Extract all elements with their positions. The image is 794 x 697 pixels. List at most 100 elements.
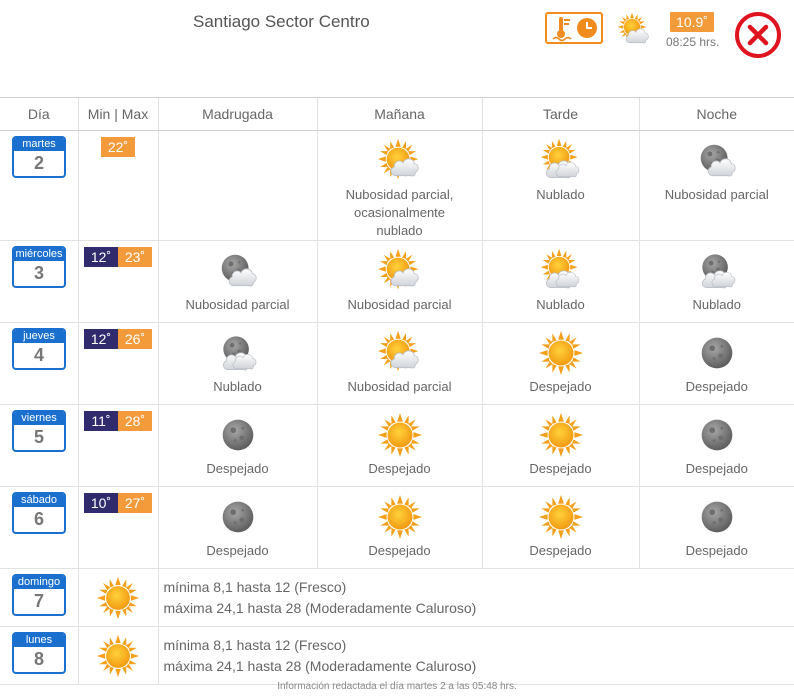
sun-icon: [377, 412, 422, 458]
day-cell: jueves 4: [0, 322, 78, 405]
moon-icon: [222, 419, 253, 451]
extended-text-cell: mínima 8,1 hasta 12 (Fresco) máxima 24,1…: [157, 626, 794, 685]
sun-icon: [538, 412, 583, 458]
period-cell-tarde: Despejado: [481, 404, 639, 487]
sun-icon: [377, 494, 422, 540]
extended-max-line: máxima 24,1 hasta 28 (Moderadamente Calu…: [163, 658, 477, 674]
weather-label: Nubosidad parcial: [185, 297, 290, 312]
day-badge: martes 2: [12, 136, 66, 178]
day-number: 3: [33, 263, 44, 283]
thermometer-clock-icon[interactable]: [545, 12, 603, 44]
partly-cloudy-icon: [617, 12, 649, 44]
weather-label: Despejado: [529, 461, 592, 476]
forecast-row: martes 2 22˚ Nubosidad parcial, ocasional…: [0, 130, 794, 241]
period-cell-manana: Despejado: [316, 404, 482, 487]
weather-label: Despejado: [368, 461, 431, 476]
day-name: viernes: [14, 412, 64, 425]
day-name: martes: [14, 138, 64, 151]
period-cell-tarde: Nublado: [481, 130, 639, 241]
temp-max: 27˚: [118, 493, 152, 513]
temp-min: 11˚: [84, 411, 118, 431]
period-cell-noche: Despejado: [638, 404, 794, 487]
temp-min: 12˚: [84, 329, 118, 349]
city-title: Santiago Sector Centro: [193, 12, 370, 31]
temp-min: 12˚: [84, 247, 118, 267]
day-name: miércoles: [14, 248, 64, 261]
forecast-table: Día Min | Max Madrugada Mañana Tarde Noc…: [0, 97, 794, 685]
sun-icon: [96, 576, 140, 620]
moon-icon: [701, 501, 733, 533]
weather-label: Despejado: [685, 379, 748, 394]
cloudy-night-icon: [222, 336, 256, 371]
sun-icon: [538, 330, 583, 376]
temp-max: 22˚: [101, 137, 135, 157]
day-cell: martes 2: [0, 130, 78, 241]
day-badge: sábado 6: [12, 492, 66, 534]
partly-cloudy-night-icon: [700, 144, 736, 177]
period-cell-manana: Despejado: [316, 486, 482, 569]
weather-label: Nubosidad parcial, ocasionalmente nublad…: [345, 187, 454, 238]
day-cell: lunes 8: [0, 626, 78, 685]
weather-label: Despejado: [529, 543, 592, 558]
sun-icon: [96, 634, 140, 678]
cloudy-night-icon: [701, 254, 736, 289]
partly-cloudy-icon: [377, 330, 419, 372]
day-cell: viernes 5: [0, 404, 78, 487]
day-name: lunes: [14, 634, 64, 647]
weather-label: Nublado: [213, 379, 262, 394]
cloudy-day-icon: [540, 248, 579, 289]
weather-label: Despejado: [368, 543, 431, 558]
period-cell-tarde: Nublado: [481, 240, 639, 323]
temp-max: 26˚: [118, 329, 152, 349]
weather-label: Nubosidad parcial: [347, 379, 452, 394]
period-cell-tarde: Despejado: [481, 486, 639, 569]
icon-cell: [77, 626, 158, 685]
partly-cloudy-night-icon: [221, 254, 257, 287]
temp-max: 28˚: [118, 411, 152, 431]
period-cell-manana: Nubosidad parcial: [316, 240, 482, 323]
header-manana: Mañana: [316, 97, 482, 131]
day-number: 8: [33, 649, 44, 669]
extended-text-cell: mínima 8,1 hasta 12 (Fresco) máxima 24,1…: [157, 568, 794, 627]
period-cell-madrugada: [157, 130, 317, 241]
weather-label: Despejado: [529, 379, 592, 394]
cloudy-day-icon: [540, 138, 579, 179]
header-madrugada: Madrugada: [157, 97, 317, 131]
period-cell-madrugada: Nublado: [157, 322, 317, 405]
moon-icon: [222, 501, 253, 533]
weather-label: Despejado: [206, 543, 269, 558]
day-number: 7: [33, 591, 44, 611]
weather-label: Nublado: [692, 297, 741, 312]
weather-label: Nublado: [536, 187, 585, 202]
day-name: jueves: [14, 330, 64, 343]
day-number: 4: [33, 345, 44, 365]
period-cell-noche: Nublado: [638, 240, 794, 323]
forecast-row: jueves 4 12˚ 26˚ Nublado Nubosidad parcial D…: [0, 322, 794, 405]
period-cell-tarde: Despejado: [481, 322, 639, 405]
partly-cloudy-icon: [377, 138, 419, 180]
partly-cloudy-icon: [377, 248, 419, 290]
header-noche: Noche: [638, 97, 794, 131]
day-cell: sábado 6: [0, 486, 78, 569]
day-badge: viernes 5: [12, 410, 66, 452]
current-time: 08:25 hrs.: [666, 35, 720, 49]
moon-icon: [701, 419, 733, 451]
minmax-cell: 11˚ 28˚: [77, 404, 158, 487]
icon-cell: [77, 568, 158, 627]
period-cell-madrugada: Despejado: [157, 404, 317, 487]
day-number: 5: [33, 427, 44, 447]
day-cell: miércoles 3: [0, 240, 78, 323]
forecast-row: viernes 5 11˚ 28˚ Despejado Despejado Despej…: [0, 404, 794, 487]
day-badge: domingo 7: [12, 574, 66, 616]
weather-label: Despejado: [685, 461, 748, 476]
extended-min-line: mínima 8,1 hasta 12 (Fresco): [163, 579, 347, 595]
day-number: 2: [33, 153, 44, 173]
extended-forecast-row: lunes 8 mínima 8,1 hasta 12 (Fresco) máx…: [0, 626, 794, 685]
footer-note: Información redactada el día martes 2 a …: [277, 681, 517, 692]
day-number: 6: [33, 509, 44, 529]
extended-forecast-row: domingo 7 mínima 8,1 hasta 12 (Fresco) m…: [0, 568, 794, 627]
close-button[interactable]: [734, 11, 782, 59]
current-temperature: 10.9˚: [670, 12, 714, 32]
weather-label: Nubosidad parcial: [664, 187, 769, 202]
day-name: domingo: [14, 576, 64, 589]
